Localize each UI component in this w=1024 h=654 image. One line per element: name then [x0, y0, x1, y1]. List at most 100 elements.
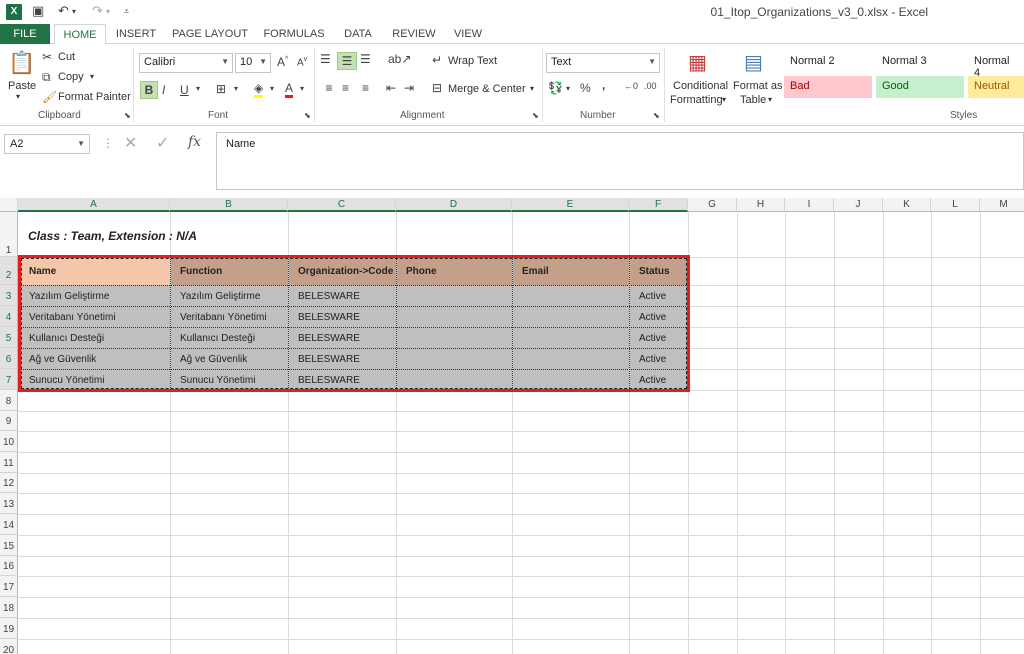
conditional-formatting-label-1[interactable]: Conditional: [673, 80, 728, 92]
row-header-10[interactable]: 10: [0, 431, 18, 452]
align-center-icon[interactable]: ≡: [342, 81, 349, 95]
increase-decimal-icon[interactable]: ←0: [624, 81, 638, 91]
copy-button[interactable]: Copy: [58, 71, 84, 83]
column-header-d[interactable]: D: [396, 198, 512, 212]
row-header-18[interactable]: 18: [0, 597, 18, 618]
borders-dropdown-icon[interactable]: ▾: [234, 84, 238, 93]
style-bad[interactable]: Bad: [784, 76, 872, 98]
select-all-corner[interactable]: [0, 198, 18, 212]
sheet-title-cell[interactable]: Class : Team, Extension : N/A: [28, 229, 197, 243]
font-launcher-icon[interactable]: ⬊: [304, 111, 311, 120]
tab-insert[interactable]: INSERT: [110, 24, 162, 44]
column-header-j[interactable]: J: [834, 198, 883, 212]
row-header-15[interactable]: 15: [0, 535, 18, 556]
row-header-5[interactable]: 5: [0, 327, 18, 348]
italic-button[interactable]: I: [162, 83, 165, 97]
column-header-k[interactable]: K: [883, 198, 931, 212]
number-format-select[interactable]: Text ▼: [546, 53, 660, 73]
row-header-1[interactable]: 1: [0, 212, 18, 257]
insert-function-icon[interactable]: fx: [188, 134, 201, 150]
align-top-icon[interactable]: ☰: [320, 52, 331, 66]
borders-icon[interactable]: ⊞: [216, 82, 226, 96]
tab-review[interactable]: REVIEW: [386, 24, 442, 44]
customize-qat-icon[interactable]: ⩡: [124, 6, 129, 17]
paste-dropdown-icon[interactable]: ▾: [16, 92, 20, 101]
decrease-indent-icon[interactable]: ⇤: [386, 81, 396, 95]
column-header-i[interactable]: I: [785, 198, 834, 212]
wrap-text-button[interactable]: Wrap Text: [448, 55, 497, 67]
merge-dropdown-icon[interactable]: ▾: [530, 84, 534, 93]
row-header-13[interactable]: 13: [0, 493, 18, 514]
tab-page-layout[interactable]: PAGE LAYOUT: [168, 24, 252, 44]
paste-button[interactable]: Paste: [8, 80, 36, 92]
save-icon[interactable]: ▣: [32, 3, 44, 19]
row-header-4[interactable]: 4: [0, 306, 18, 327]
name-box[interactable]: A2 ▼: [4, 134, 90, 154]
style-good[interactable]: Good: [876, 76, 964, 98]
align-middle-icon[interactable]: ☰: [337, 52, 357, 70]
row-header-12[interactable]: 12: [0, 473, 18, 493]
conditional-formatting-dropdown-icon[interactable]: ▾: [722, 95, 726, 104]
copy-dropdown-icon[interactable]: ▾: [90, 72, 94, 81]
row-header-7[interactable]: 7: [0, 369, 18, 390]
conditional-formatting-label-2[interactable]: Formatting: [670, 94, 723, 106]
style-normal-4[interactable]: Normal 4: [968, 51, 1024, 79]
accounting-dropdown-icon[interactable]: ▾: [566, 84, 570, 93]
accounting-format-icon[interactable]: 💱: [548, 81, 563, 95]
redo-icon[interactable]: ↷: [92, 3, 103, 19]
align-bottom-icon[interactable]: ☰: [360, 52, 371, 66]
tab-data[interactable]: DATA: [336, 24, 380, 44]
font-family-select[interactable]: Calibri ▼: [139, 53, 233, 73]
cancel-icon[interactable]: ✕: [124, 133, 137, 153]
row-header-19[interactable]: 19: [0, 618, 18, 639]
style-neutral[interactable]: Neutral: [968, 76, 1024, 98]
align-right-icon[interactable]: ≡: [362, 81, 369, 95]
column-header-m[interactable]: M: [980, 198, 1024, 212]
column-header-l[interactable]: L: [931, 198, 980, 212]
row-header-6[interactable]: 6: [0, 348, 18, 369]
tab-view[interactable]: VIEW: [448, 24, 488, 44]
comma-style-button[interactable]: ,: [602, 78, 605, 92]
decrease-decimal-icon[interactable]: .00: [644, 81, 657, 91]
undo-dropdown-icon[interactable]: ▾: [72, 7, 76, 16]
row-header-16[interactable]: 16: [0, 556, 18, 576]
percent-style-button[interactable]: %: [580, 81, 591, 95]
format-as-table-label-2[interactable]: Table: [740, 94, 766, 106]
paste-icon[interactable]: 📋: [8, 50, 35, 76]
increase-indent-icon[interactable]: ⇥: [404, 81, 414, 95]
style-normal-2[interactable]: Normal 2: [784, 51, 874, 73]
row-header-14[interactable]: 14: [0, 514, 18, 535]
row-header-8[interactable]: 8: [0, 390, 18, 411]
font-size-select[interactable]: 10 ▼: [235, 53, 271, 73]
column-header-g[interactable]: G: [688, 198, 737, 212]
tab-formulas[interactable]: FORMULAS: [258, 24, 330, 44]
more-options-icon[interactable]: ⋮: [102, 136, 114, 150]
merge-center-button[interactable]: Merge & Center: [448, 83, 526, 95]
format-as-table-dropdown-icon[interactable]: ▾: [768, 95, 772, 104]
number-launcher-icon[interactable]: ⬊: [653, 111, 660, 120]
fill-color-icon[interactable]: ◈: [254, 81, 264, 98]
worksheet-grid[interactable]: A B C D E F G H I J K L M 1 2 3 4 5 6 7 …: [0, 198, 1024, 654]
tab-home[interactable]: HOME: [54, 24, 106, 45]
column-header-h[interactable]: H: [737, 198, 785, 212]
underline-dropdown-icon[interactable]: ▾: [196, 84, 200, 93]
underline-button[interactable]: U: [180, 83, 189, 97]
row-header-20[interactable]: 20: [0, 639, 18, 654]
redo-dropdown-icon[interactable]: ▾: [106, 7, 110, 16]
cut-button[interactable]: Cut: [58, 51, 75, 63]
fill-color-dropdown-icon[interactable]: ▾: [270, 84, 274, 93]
alignment-launcher-icon[interactable]: ⬊: [532, 111, 539, 120]
row-header-3[interactable]: 3: [0, 285, 18, 306]
formula-input[interactable]: Name: [216, 132, 1024, 190]
row-header-17[interactable]: 17: [0, 576, 18, 597]
undo-icon[interactable]: ↶: [58, 3, 69, 19]
row-header-9[interactable]: 9: [0, 411, 18, 431]
format-painter-button[interactable]: Format Painter: [58, 91, 131, 103]
row-header-11[interactable]: 11: [0, 452, 18, 473]
format-as-table-label-1[interactable]: Format as: [733, 80, 783, 92]
font-color-icon[interactable]: A: [285, 81, 294, 98]
column-header-e[interactable]: E: [512, 198, 629, 212]
orientation-icon[interactable]: ab↗: [388, 52, 411, 66]
decrease-font-icon[interactable]: Av: [297, 56, 307, 68]
row-header-2[interactable]: 2: [0, 257, 18, 285]
